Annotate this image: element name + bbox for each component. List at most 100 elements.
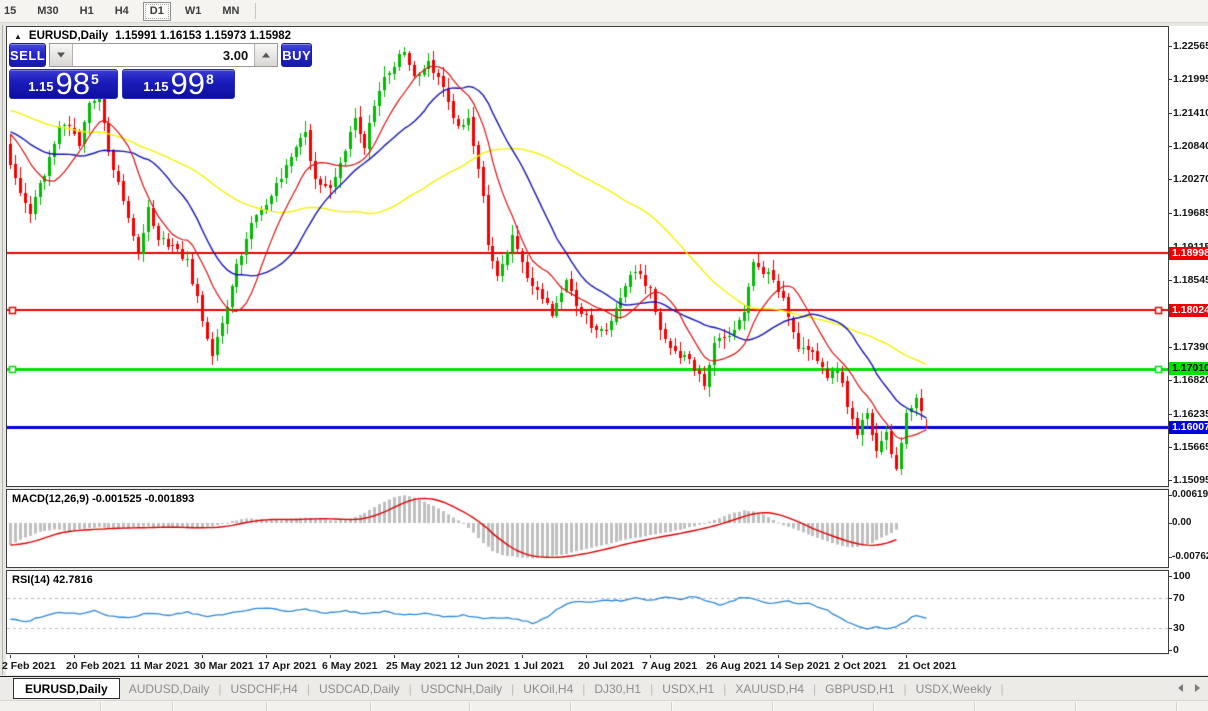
macd-axis-label: 0.006193 (1172, 489, 1208, 500)
main-chart-pane: ▲ EURUSD,Daily 1.15991 1.16153 1.15973 1… (6, 26, 1169, 487)
sell-price-prefix: 1.15 (28, 79, 53, 97)
date-axis-label: 14 Sep 2021 (770, 660, 830, 672)
hline-price-label: 1.16007 (1169, 421, 1208, 434)
price-axis-label: 1.19685 (1173, 207, 1208, 219)
date-axis-label: 12 Jun 2021 (450, 660, 510, 672)
volume-spinner (49, 43, 278, 67)
rsi-axis-tick (1169, 576, 1172, 577)
sell-button[interactable]: SELL (9, 43, 46, 67)
date-axis: 2 Feb 202120 Feb 202111 Mar 202130 Mar 2… (6, 655, 1208, 675)
timeframe-button-w1[interactable]: W1 (178, 2, 209, 21)
symbol-period-label: EURUSD,Daily (29, 30, 108, 42)
date-axis-label: 2 Oct 2021 (834, 660, 887, 672)
rsi-axis-tick (1169, 598, 1172, 599)
date-axis-tick (586, 655, 587, 658)
sell-price-main: 98 (56, 70, 90, 97)
ohlc-quotes: 1.15991 1.16153 1.15973 1.15982 (115, 30, 291, 42)
price-axis-label: 1.15665 (1173, 441, 1208, 453)
chart-tab[interactable]: GBPUSD,H1 (816, 682, 903, 696)
status-divider (172, 702, 173, 711)
price-axis-tick (1169, 146, 1172, 147)
chart-tab[interactable]: UKOil,H4 (514, 682, 582, 696)
timeframe-button-m30[interactable]: M30 (30, 2, 65, 21)
status-divider (469, 702, 470, 711)
macd-axis-label: 0.00 (1172, 517, 1191, 528)
date-axis-label: 17 Apr 2021 (258, 660, 317, 672)
date-axis-label: 30 Mar 2021 (194, 660, 254, 672)
date-axis-label: 6 May 2021 (322, 660, 377, 672)
timeframe-button-mn[interactable]: MN (215, 2, 246, 21)
price-axis-label: 1.20840 (1173, 140, 1208, 152)
buy-button[interactable]: BUY (281, 43, 312, 67)
spinner-up-icon (262, 53, 270, 58)
price-axis-label: 1.15095 (1173, 474, 1208, 486)
price-axis: 1.225651.219951.214101.208401.202701.196… (1169, 26, 1208, 655)
buy-price-main: 99 (171, 70, 205, 97)
volume-increase-button[interactable] (254, 44, 277, 66)
price-axis-tick (1169, 79, 1172, 80)
spinner-down-icon (57, 53, 65, 58)
timeframe-button-d1[interactable]: D1 (143, 2, 171, 21)
status-divider (1176, 702, 1177, 711)
status-divider (370, 702, 371, 711)
chart-tab[interactable]: XAUUSD,H4 (726, 682, 813, 696)
date-axis-label: 2 Feb 2021 (2, 660, 56, 672)
toolbar-separator (255, 3, 256, 19)
chart-tab[interactable]: USDX,H1 (653, 682, 723, 696)
price-axis-tick (1169, 347, 1172, 348)
rsi-axis-tick (1169, 628, 1172, 629)
collapse-triangle-icon[interactable]: ▲ (14, 32, 22, 41)
date-axis-tick (842, 655, 843, 658)
chart-title: ▲ EURUSD,Daily 1.15991 1.16153 1.15973 1… (14, 30, 291, 42)
tabs-scroll-right-icon[interactable] (1195, 684, 1200, 692)
one-click-trading-panel: SELL BUY 1.15985 1.15998 (9, 43, 235, 99)
chart-tab[interactable]: USDX,Weekly (907, 682, 1001, 696)
chart-tab[interactable]: USDCNH,Daily (412, 682, 511, 696)
date-axis-label: 20 Feb 2021 (66, 660, 126, 672)
price-axis-label: 1.22565 (1173, 40, 1208, 52)
status-divider (570, 702, 571, 711)
rsi-pane: RSI(14) 42.7816 (6, 570, 1169, 654)
macd-values: -0.001525 -0.001893 (92, 493, 194, 505)
date-axis-label: 26 Aug 2021 (706, 660, 767, 672)
volume-decrease-button[interactable] (50, 44, 73, 66)
macd-name: MACD(12,26,9) (12, 493, 89, 505)
chart-tab[interactable]: AUDUSD,Daily (120, 682, 219, 696)
date-axis-tick (650, 655, 651, 658)
price-axis-tick (1169, 46, 1172, 47)
timeframe-button-h4[interactable]: H4 (108, 2, 136, 21)
rsi-axis-label: 30 (1173, 622, 1185, 634)
volume-input[interactable] (73, 44, 254, 66)
chart-tab[interactable]: USDCHF,H4 (222, 682, 307, 696)
date-axis-tick (394, 655, 395, 658)
tabs-scroll-left-icon[interactable] (1178, 684, 1183, 692)
price-axis-tick (1169, 414, 1172, 415)
price-axis-tick (1169, 213, 1172, 214)
rsi-canvas[interactable] (7, 571, 1168, 653)
date-axis-tick (522, 655, 523, 658)
buy-price-box[interactable]: 1.15998 (122, 69, 235, 99)
timeframe-button-h1[interactable]: H1 (73, 2, 101, 21)
status-divider (873, 702, 874, 711)
date-axis-tick (714, 655, 715, 658)
status-divider (974, 702, 975, 711)
chart-tab[interactable]: USDCAD,Daily (310, 682, 409, 696)
sell-price-box[interactable]: 1.15985 (9, 69, 118, 99)
date-axis-label: 21 Oct 2021 (898, 660, 956, 672)
status-divider (671, 702, 672, 711)
rsi-label: RSI(14) 42.7816 (12, 574, 93, 586)
status-divider (100, 702, 101, 711)
date-axis-label: 25 May 2021 (386, 660, 447, 672)
price-axis-label: 1.21995 (1173, 73, 1208, 85)
window-frame-edge (2, 25, 3, 675)
date-axis-label: 11 Mar 2021 (130, 660, 189, 672)
date-axis-tick (266, 655, 267, 658)
timeframe-button-15[interactable]: 15 (0, 2, 23, 21)
chart-tab[interactable]: DJ30,H1 (585, 682, 650, 696)
sell-price-pip: 5 (91, 71, 99, 87)
macd-axis-label: -0.00762 (1172, 551, 1208, 562)
date-axis-tick (906, 655, 907, 658)
chart-tab-active[interactable]: EURUSD,Daily (13, 678, 120, 699)
price-axis-tick (1169, 113, 1172, 114)
price-axis-label: 1.21410 (1173, 107, 1208, 119)
